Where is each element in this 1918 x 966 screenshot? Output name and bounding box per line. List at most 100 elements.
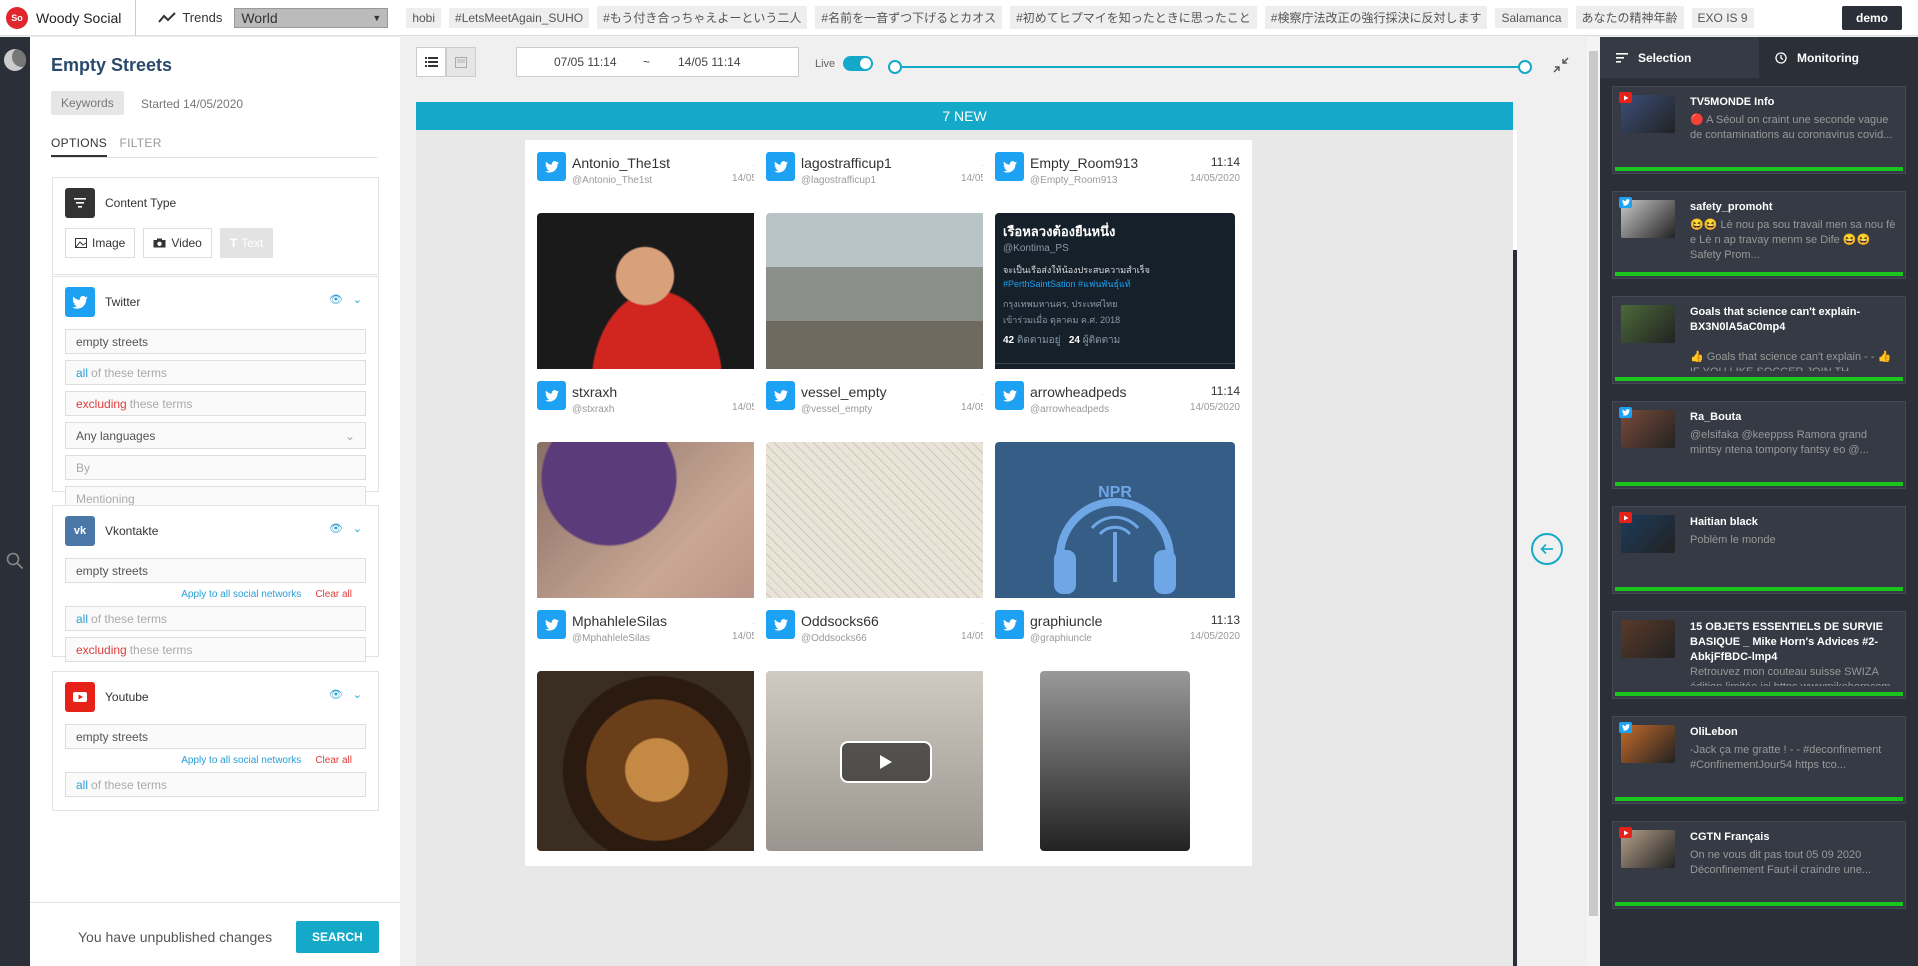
tab-options[interactable]: OPTIONS (51, 136, 108, 157)
video-type-button[interactable]: Video (143, 228, 212, 258)
post-username[interactable]: Empty_Room913 (1030, 155, 1138, 171)
post-username[interactable]: lagostrafficup1 (801, 155, 892, 171)
post-media[interactable] (766, 671, 1006, 851)
page-scrollbar[interactable] (1587, 37, 1600, 966)
twitter-icon (995, 152, 1024, 181)
selection-item[interactable]: safety_promoht 😆😆 Lè nou pa sou travail m… (1612, 191, 1906, 279)
post-username[interactable]: vessel_empty (801, 384, 887, 400)
image-icon (75, 238, 87, 248)
apply-all-networks-link[interactable]: Apply to all social networks (181, 755, 301, 766)
text-type-button[interactable]: T Text (219, 228, 274, 258)
thai-profile-bio: จะเป็นเรือส่งให้น้องประสบความสำเร็จ (1003, 265, 1150, 275)
post-media[interactable]: เรือหลวงต้องยืนหนึ่ง @Kontima_PS จะเป็นเรื… (995, 213, 1235, 393)
twitter-query-input[interactable]: empty streets (65, 329, 366, 354)
eye-icon[interactable]: 👁 (329, 522, 343, 535)
trend-tag[interactable]: Salamanca (1495, 7, 1568, 28)
followers-label: ผู้ติดตาม (1082, 335, 1121, 346)
trend-tag[interactable]: hobi (406, 7, 442, 28)
post-card[interactable]: graphiuncle @graphiuncle 11:13 14/05/2020 (983, 598, 1252, 866)
npr-headphones-icon (1054, 498, 1176, 594)
vk-query-input[interactable]: empty streets (65, 558, 366, 583)
clear-all-link[interactable]: Clear all (315, 755, 352, 766)
post-username[interactable]: arrowheadpeds (1030, 384, 1127, 400)
selection-item[interactable]: Ra_Bouta @elsifaka @keeppss Ramora grand … (1612, 401, 1906, 489)
trend-tag[interactable]: #名前を一音ずつ下げるとカオス (815, 6, 1003, 29)
grid-view-button[interactable] (446, 47, 476, 77)
user-menu-button[interactable]: demo (1841, 6, 1902, 30)
post-media[interactable] (766, 213, 1006, 393)
video-play-button[interactable] (840, 741, 932, 783)
youtube-source-card: Youtube 👁 ⌄ empty streets Apply to all so… (52, 671, 379, 811)
trends-label[interactable]: Trends (136, 10, 234, 25)
apply-all-networks-link[interactable]: Apply to all social networks (181, 589, 301, 600)
image-type-button[interactable]: Image (65, 228, 136, 258)
trend-tag[interactable]: #初めてヒプマイを知ったときに思ったこと (1010, 6, 1257, 29)
back-arrow-button[interactable] (1531, 533, 1563, 565)
tab-selection[interactable]: Selection (1600, 37, 1759, 78)
post-media[interactable] (537, 213, 777, 393)
feed-scroll-thumb[interactable] (1513, 250, 1517, 966)
tab-monitoring[interactable]: Monitoring (1759, 37, 1918, 78)
live-toggle[interactable] (843, 56, 873, 71)
search-button[interactable]: SEARCH (296, 921, 379, 953)
trend-tag[interactable]: #LetsMeetAgain_SUHO (449, 7, 590, 28)
twitter-language-select[interactable]: Any languages ⌄ (65, 422, 366, 449)
selection-item[interactable]: Goals that science can't explain-BX3N0lA… (1612, 296, 1906, 384)
twitter-by-input[interactable]: By (65, 455, 366, 480)
post-username[interactable]: Oddsocks66 (801, 613, 879, 629)
post-card[interactable]: Empty_Room913 @Empty_Room913 11:14 14/05/20… (983, 140, 1252, 408)
trend-tag[interactable]: あなたの精神年齢 (1575, 6, 1684, 29)
selection-item[interactable]: Haitian black Poblèm le monde (1612, 506, 1906, 594)
npr-label: NPR (1098, 484, 1132, 501)
tab-filter[interactable]: FILTER (119, 136, 161, 155)
trend-tag[interactable]: #検察庁法改正の強行採決に反対します (1264, 6, 1488, 29)
post-username[interactable]: Antonio_The1st (572, 155, 670, 171)
youtube-query-input[interactable]: empty streets (65, 724, 366, 749)
selection-item[interactable]: CGTN Français On ne vous dit pas tout 05 … (1612, 821, 1906, 909)
selection-item[interactable]: TV5MONDE Info 🔴 A Séoul on craint une sec… (1612, 86, 1906, 174)
time-range-slider[interactable] (888, 60, 1532, 74)
selection-item[interactable]: 15 OBJETS ESSENTIELS DE SURVIE BASIQUE _… (1612, 611, 1906, 699)
item-description: 👍 Goals that science can't explain - - 👍… (1690, 351, 1892, 371)
date-range-input[interactable]: 07/05 11:14 ~ 14/05 11:14 (516, 47, 799, 77)
post-media[interactable] (537, 442, 777, 622)
trend-tags: hobi #LetsMeetAgain_SUHO #もう付き合っちゃえよーという二人… (406, 6, 1761, 29)
moon-icon[interactable] (4, 49, 26, 71)
page-scroll-thumb[interactable] (1589, 51, 1598, 916)
new-posts-banner[interactable]: 7 NEW (416, 102, 1513, 130)
region-select[interactable]: World ▼ (234, 7, 389, 28)
post-card[interactable]: arrowheadpeds @arrowheadpeds 11:14 14/05/20… (983, 369, 1252, 637)
feed-scrollbar[interactable] (1513, 130, 1517, 966)
trend-tag[interactable]: EXO IS 9 (1691, 7, 1754, 28)
search-icon[interactable] (6, 552, 24, 570)
selection-item[interactable]: OliLebon -Jack ça me gratte ! - - #deconf… (1612, 716, 1906, 804)
eye-icon[interactable]: 👁 (329, 293, 343, 306)
brand[interactable]: So Woody Social (0, 0, 137, 36)
clear-all-link[interactable]: Clear all (315, 589, 352, 600)
keywords-button[interactable]: Keywords (51, 91, 124, 115)
post-media[interactable] (766, 442, 1006, 622)
thai-profile-joined: เข้าร่วมเมื่อ ตุลาคม ค.ศ. 2018 (1003, 315, 1121, 325)
chevron-down-icon[interactable]: ⌄ (353, 688, 362, 701)
slider-end-handle[interactable] (1518, 60, 1532, 74)
slider-start-handle[interactable] (888, 60, 902, 74)
live-label: Live (815, 58, 836, 70)
eye-icon[interactable]: 👁 (329, 688, 343, 701)
post-username[interactable]: stxraxh (572, 384, 617, 400)
twitter-excluding-input[interactable]: excluding these terms (65, 391, 366, 416)
post-username[interactable]: graphiuncle (1030, 613, 1102, 629)
list-view-button[interactable] (416, 47, 446, 77)
trend-tag[interactable]: #もう付き合っちゃえよーという二人 (597, 6, 808, 29)
post-media[interactable] (1040, 671, 1190, 851)
chevron-down-icon[interactable]: ⌄ (353, 522, 362, 535)
twitter-icon (995, 381, 1024, 410)
post-username[interactable]: MphahleleSilas (572, 613, 667, 629)
twitter-all-terms-input[interactable]: all of these terms (65, 360, 366, 385)
vk-excluding-input[interactable]: excluding these terms (65, 637, 366, 662)
collapse-icon[interactable] (1553, 57, 1569, 73)
vk-all-terms-input[interactable]: all of these terms (65, 606, 366, 631)
post-media[interactable]: NPR (995, 442, 1235, 622)
chevron-down-icon[interactable]: ⌄ (353, 293, 362, 306)
post-media[interactable] (537, 671, 777, 851)
youtube-all-terms-input[interactable]: all of these terms (65, 772, 366, 797)
